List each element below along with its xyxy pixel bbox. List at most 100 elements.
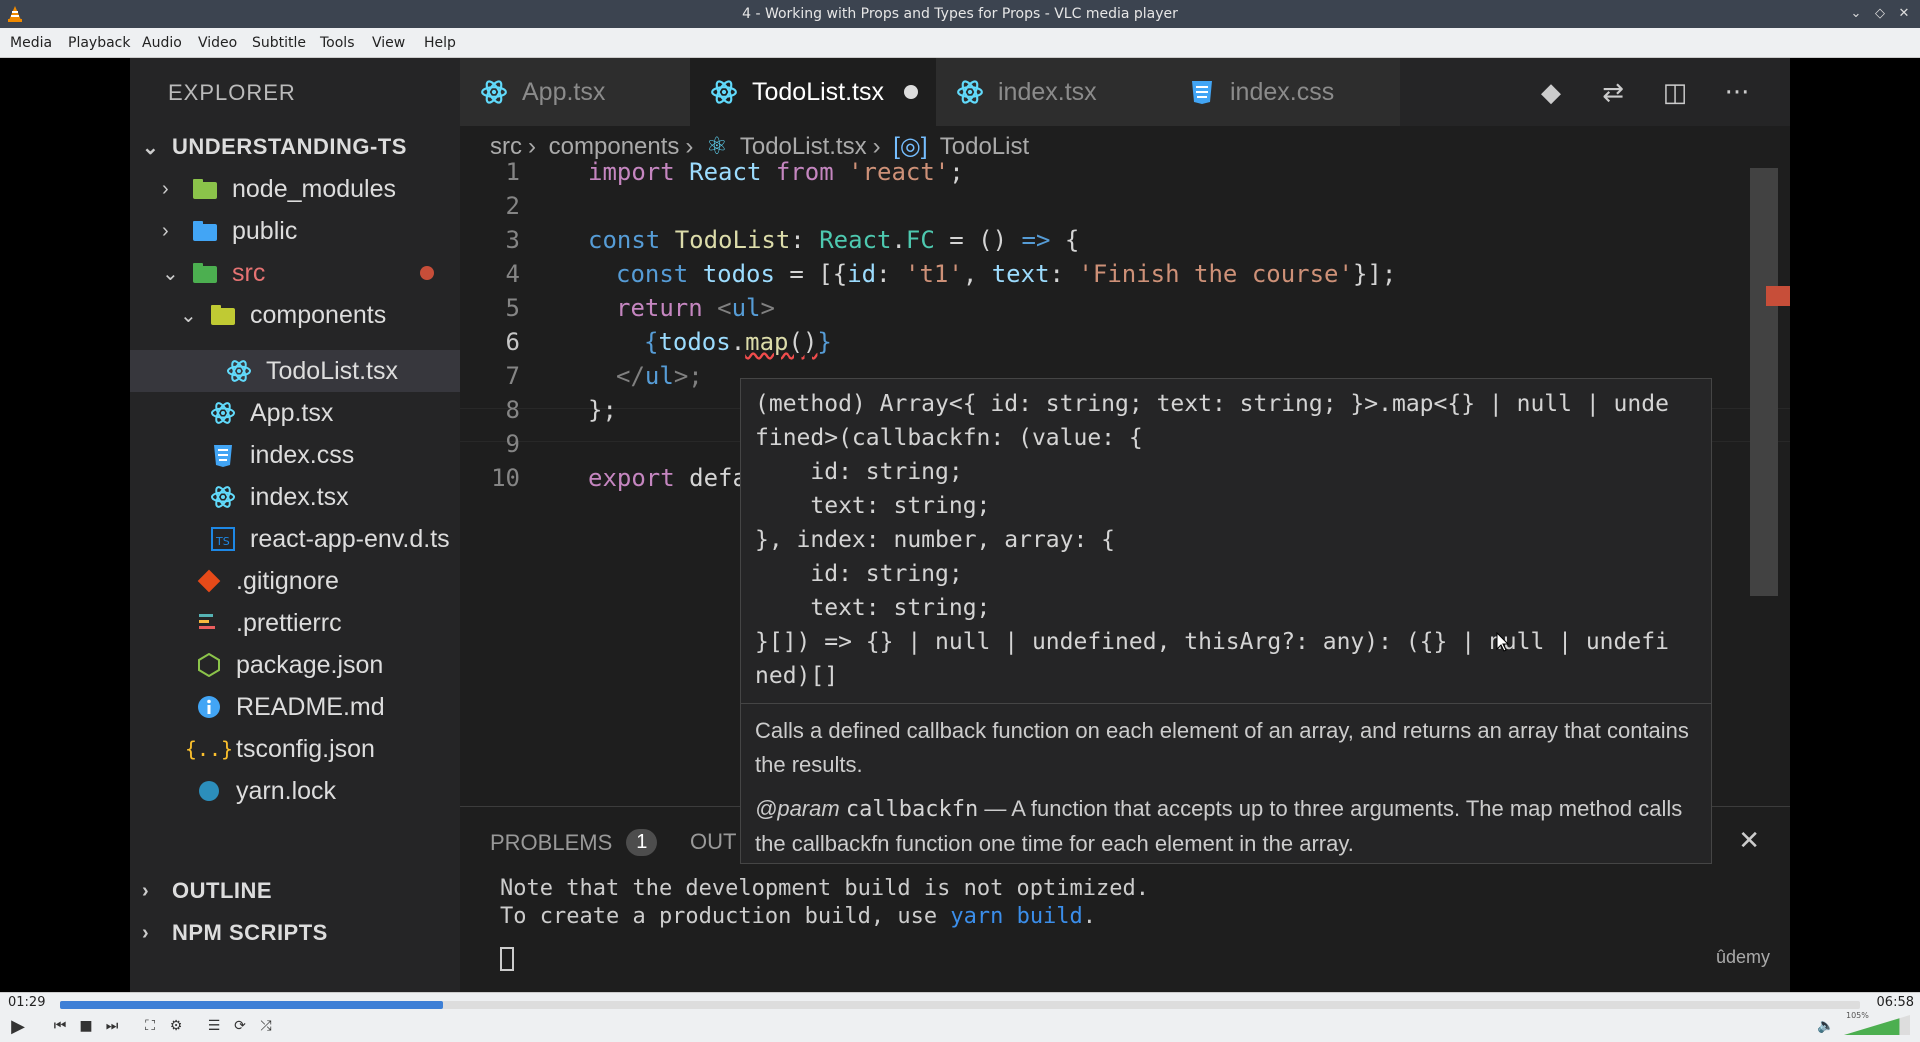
tab-todolist-tsx[interactable]: TodoList.tsx (690, 58, 936, 126)
folder-public-icon (192, 219, 218, 243)
tree-package-json[interactable]: package.json (196, 644, 383, 686)
volume-label: 105% (1846, 1011, 1869, 1020)
git-compare-icon[interactable]: ◆ (1534, 76, 1568, 110)
more-actions-icon[interactable]: ··· (1720, 76, 1754, 110)
tab-index-css[interactable]: index.css (1168, 58, 1400, 126)
editor-scrollbar[interactable] (1750, 168, 1778, 596)
npm-scripts-section[interactable]: › NPM SCRIPTS (142, 912, 328, 954)
vscode-window: EXPLORER ⌄ UNDERSTANDING-TS › node_modul… (130, 58, 1790, 992)
tab-index-tsx[interactable]: index.tsx (936, 58, 1168, 126)
tree-item-label: TodoList.tsx (266, 356, 399, 385)
menu-video[interactable]: Video (198, 35, 237, 51)
chevron-right-icon: › (685, 133, 694, 160)
editor-tab-bar: App.tsx TodoList.tsx index.tsx index.css… (460, 58, 1790, 126)
explorer-sidebar: EXPLORER ⌄ UNDERSTANDING-TS › node_modul… (130, 58, 460, 992)
css-icon (1188, 78, 1216, 106)
folder-node-icon (192, 177, 218, 201)
tab-problems[interactable]: PROBLEMS 1 (490, 829, 658, 856)
breadcrumb-item[interactable]: TodoList (940, 133, 1029, 160)
seek-progress (60, 1001, 444, 1009)
workspace-root[interactable]: ⌄ UNDERSTANDING-TS (142, 126, 407, 168)
tree-yarn-lock[interactable]: yarn.lock (196, 770, 336, 812)
json-braces-icon: {..} (184, 737, 234, 761)
open-changes-icon[interactable]: ⇄ (1596, 76, 1630, 110)
menu-help[interactable]: Help (424, 35, 456, 51)
total-time: 06:58 (1876, 995, 1914, 1010)
menu-media[interactable]: Media (10, 35, 52, 51)
line-number: 6 (505, 328, 520, 356)
folder-src-icon (192, 261, 218, 285)
tree-item-label: react-app-env.d.ts (250, 524, 450, 553)
loop-icon[interactable]: ⟳ (228, 1015, 252, 1037)
extended-settings-icon[interactable]: ⚙ (164, 1015, 188, 1037)
chevron-right-icon: › (528, 133, 536, 160)
npm-scripts-label: NPM SCRIPTS (172, 920, 328, 945)
unsaved-dot-icon[interactable] (904, 85, 919, 99)
line-number: 10 (491, 464, 520, 492)
tree-item-label: src (232, 258, 266, 287)
playlist-icon[interactable]: ☰ (202, 1015, 226, 1037)
shuffle-icon[interactable]: ⤮ (254, 1015, 278, 1037)
line-number: 7 (505, 362, 520, 390)
maximize-icon[interactable]: ◇ (1872, 4, 1888, 22)
seek-bar[interactable] (60, 1001, 1860, 1009)
css-icon (210, 443, 236, 467)
tree-item-label: index.css (250, 440, 355, 469)
tab-label: TodoList.tsx (752, 77, 885, 106)
code-line-1: import React from 'react'; (588, 158, 964, 186)
tree-node-modules[interactable]: › node_modules (162, 168, 396, 210)
tab-app-tsx[interactable]: App.tsx (460, 58, 690, 126)
tree-app-tsx[interactable]: App.tsx (210, 392, 333, 434)
fullscreen-icon[interactable]: ⛶ (138, 1015, 162, 1037)
breadcrumb-item[interactable]: TodoList.tsx (740, 133, 867, 160)
tree-src[interactable]: ⌄ src (162, 252, 265, 294)
tree-item-label: yarn.lock (236, 776, 337, 805)
menu-audio[interactable]: Audio (142, 35, 182, 51)
mouse-cursor-icon (1496, 631, 1510, 652)
code-line-10: export defa (588, 464, 747, 492)
workspace-root-label: UNDERSTANDING-TS (172, 134, 407, 159)
volume-slider[interactable]: 105% (1844, 1011, 1910, 1035)
tab-label: index.tsx (998, 77, 1097, 106)
menu-subtitle[interactable]: Subtitle (252, 35, 306, 51)
window-title: 4 - Working with Props and Types for Pro… (742, 6, 1178, 22)
volume-icon[interactable]: 🔈 (1814, 1015, 1838, 1037)
previous-icon[interactable]: ⏮ (48, 1015, 72, 1037)
tree-tsconfig[interactable]: {..} tsconfig.json (184, 728, 375, 770)
tree-item-label: .prettierrc (236, 608, 342, 637)
stop-icon[interactable]: ■ (74, 1015, 98, 1037)
breadcrumb-item[interactable]: src (490, 133, 522, 160)
video-area[interactable]: EXPLORER ⌄ UNDERSTANDING-TS › node_modul… (0, 58, 1920, 992)
tree-index-tsx[interactable]: index.tsx (210, 476, 349, 518)
outline-section[interactable]: › OUTLINE (142, 870, 272, 912)
error-marker (1766, 286, 1790, 306)
tree-prettierrc[interactable]: .prettierrc (196, 602, 342, 644)
line-number: 3 (505, 226, 520, 254)
close-panel-icon[interactable]: ✕ (1738, 825, 1760, 856)
player-controls: 01:29 06:58 ▶ ⏮ ■ ⏭ ⛶ ⚙ ☰ ⟳ ⤮ 🔈 105% (0, 992, 1920, 1042)
tree-readme[interactable]: README.md (196, 686, 385, 728)
code-line-4: const todos = [{id: 't1', text: 'Finish … (616, 260, 1397, 288)
tree-todolist-tsx[interactable]: TodoList.tsx (226, 350, 398, 392)
menu-tools[interactable]: Tools (320, 35, 355, 51)
breadcrumb-item[interactable]: components (549, 133, 680, 160)
play-icon[interactable]: ▶ (6, 1015, 30, 1037)
tab-output[interactable]: OUT (690, 829, 736, 855)
menu-playback[interactable]: Playback (68, 35, 130, 51)
tree-gitignore[interactable]: .gitignore (196, 560, 339, 602)
close-icon[interactable]: ✕ (1896, 4, 1912, 22)
tree-index-css[interactable]: index.css (210, 434, 354, 476)
tree-react-app-env[interactable]: TS react-app-env.d.ts (210, 518, 450, 560)
split-editor-icon[interactable]: ◫ (1658, 76, 1692, 110)
tree-components[interactable]: ⌄ components (180, 294, 386, 336)
line-number: 9 (505, 430, 520, 458)
menu-view[interactable]: View (372, 35, 405, 51)
next-icon[interactable]: ⏭ (100, 1015, 124, 1037)
line-number: 5 (505, 294, 520, 322)
title-bar: 4 - Working with Props and Types for Pro… (0, 0, 1920, 28)
react-icon (210, 485, 236, 509)
tree-public[interactable]: › public (162, 210, 297, 252)
minimize-icon[interactable]: ⌄ (1848, 4, 1864, 22)
svg-text:TS: TS (215, 535, 230, 548)
udemy-watermark: ûdemy (1715, 947, 1770, 967)
